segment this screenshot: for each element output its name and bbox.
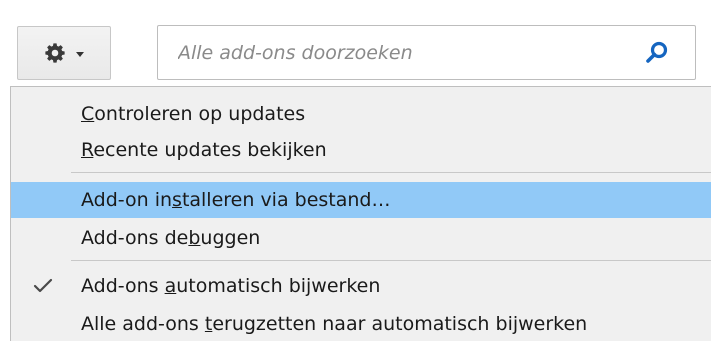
gear-icon	[44, 42, 66, 64]
menu-separator	[71, 260, 711, 261]
search-input[interactable]	[158, 26, 648, 79]
tools-menu-button[interactable]	[17, 26, 111, 80]
menu-item-label: Add-on installeren via bestand…	[81, 189, 391, 211]
menu-item-label: Alle add-ons terugzetten naar automatisc…	[81, 313, 588, 335]
menu-item-auto-update[interactable]: Add-ons automatisch bijwerken	[11, 268, 711, 304]
tools-dropdown-menu: Controleren op updates Recente updates b…	[10, 86, 711, 341]
menu-item-recent-updates[interactable]: Recente updates bekijken	[11, 132, 711, 168]
menu-item-label: Recente updates bekijken	[81, 139, 327, 161]
menu-item-label: Add-ons debuggen	[81, 227, 261, 249]
search-icon[interactable]	[643, 39, 671, 67]
menu-item-label: Add-ons automatisch bijwerken	[81, 275, 381, 297]
menu-item-install-from-file[interactable]: Add-on installeren via bestand…	[11, 182, 711, 218]
addons-manager-page: Controleren op updates Recente updates b…	[0, 0, 711, 341]
menu-item-debug-addons[interactable]: Add-ons debuggen	[11, 220, 711, 256]
menu-item-check-updates[interactable]: Controleren op updates	[11, 96, 711, 132]
menu-separator	[71, 172, 711, 173]
menu-item-label: Controleren op updates	[81, 103, 306, 125]
chevron-down-icon	[76, 51, 84, 57]
menu-item-reset-auto-update[interactable]: Alle add-ons terugzetten naar automatisc…	[11, 306, 711, 341]
search-box	[157, 25, 696, 80]
checkmark-icon	[33, 277, 53, 293]
